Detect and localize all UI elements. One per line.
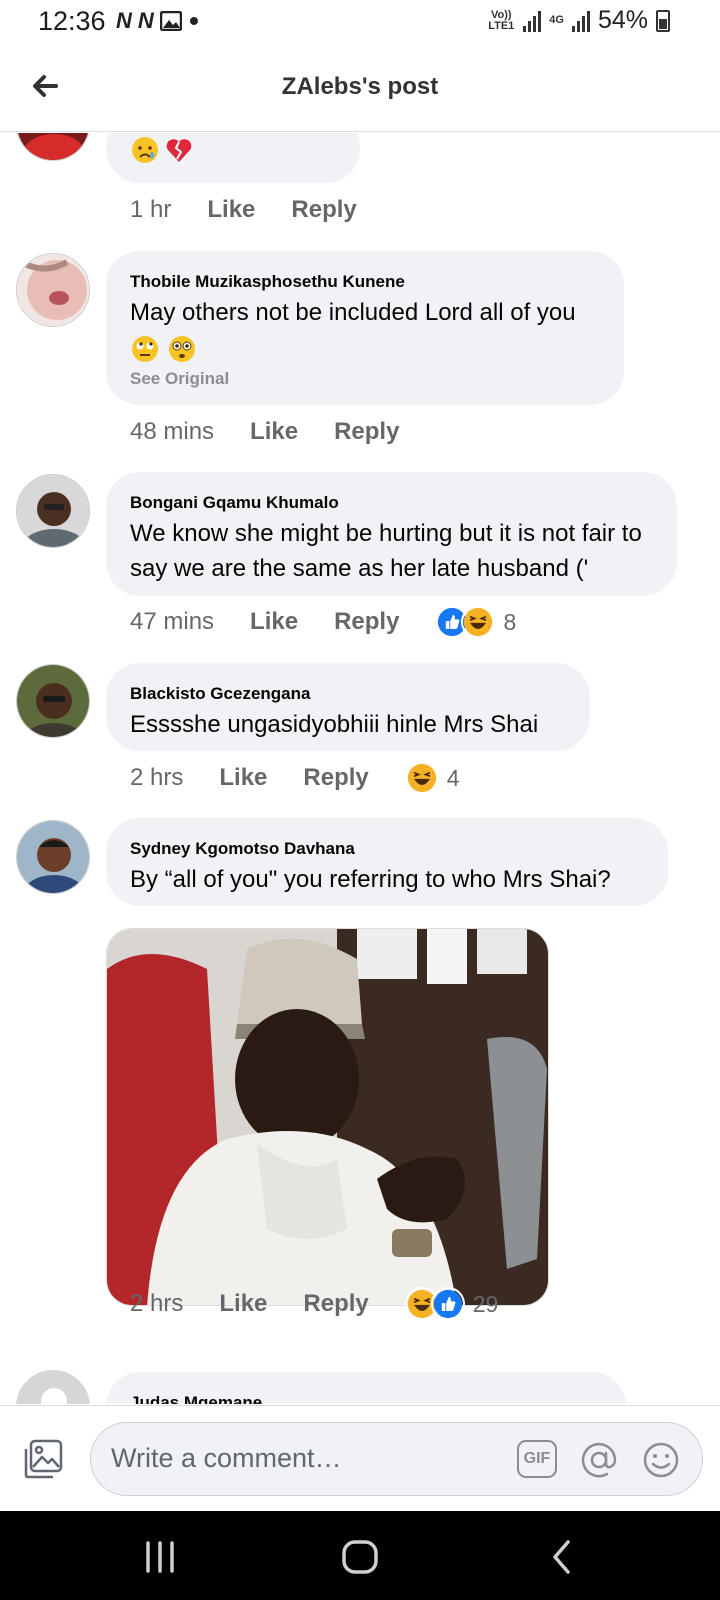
comment-author[interactable]: Judas Mgemane: [130, 1392, 604, 1404]
comment-bubble: Thobile Muzikasphosethu Kunene May other…: [106, 251, 624, 405]
reply-button[interactable]: Reply: [303, 1290, 368, 1318]
page-title: ZAlebs's post: [281, 73, 439, 100]
gif-button[interactable]: GIF: [517, 1440, 557, 1478]
haha-reaction-icon: [404, 761, 439, 795]
broken-heart-icon: [167, 139, 192, 162]
like-button[interactable]: Like: [219, 1290, 267, 1318]
status-indicators: Vo)) LTE1 4G 54%: [487, 6, 670, 35]
comment-photo[interactable]: [106, 928, 549, 1306]
comment-author[interactable]: Bongani Gqamu Khumalo: [130, 492, 655, 514]
like-button[interactable]: Like: [250, 608, 298, 636]
comment-text: By “all of you" you referring to who Mrs…: [130, 866, 611, 893]
eye-roll-face-icon: [132, 335, 158, 362]
gallery-notification-icon: [159, 11, 182, 31]
comment-text: May others not be included Lord all of y…: [130, 295, 602, 365]
notification-icons: N N: [116, 8, 200, 34]
like-button[interactable]: Like: [219, 764, 267, 792]
avatar[interactable]: [16, 253, 90, 327]
crying-face-icon: [132, 137, 158, 163]
haha-reaction-icon: [461, 605, 496, 639]
comment-bubble: Sydney Kgomotso Davhana By “all of you" …: [106, 818, 668, 906]
reply-button[interactable]: Reply: [334, 418, 399, 446]
app-notification-icon: N: [116, 8, 132, 33]
comment-time[interactable]: 1 hr: [130, 196, 171, 224]
comment-meta: 2 hrs Like Reply 29: [130, 1284, 498, 1324]
reply-button[interactable]: Reply: [334, 608, 399, 636]
avatar[interactable]: [16, 474, 90, 548]
battery-percent: 54%: [597, 6, 648, 34]
comment-text-body: May others not be included Lord all of y…: [130, 299, 576, 326]
status-time: 12:36: [38, 6, 106, 36]
recent-apps-icon[interactable]: [138, 1535, 182, 1579]
reaction-summary[interactable]: 8: [435, 605, 516, 639]
comment-bubble: [106, 133, 360, 183]
system-nav-bar: [0, 1511, 720, 1600]
signal-icon: [523, 10, 542, 32]
comment-time[interactable]: 2 hrs: [130, 1290, 183, 1318]
comment-bubble: Judas Mgemane: [106, 1372, 626, 1404]
emoji-icon[interactable]: [641, 1440, 681, 1480]
comment-emojis: [130, 135, 194, 165]
app-notification-icon: N: [137, 8, 154, 33]
comment-input[interactable]: Write a comment… GIF: [90, 1422, 703, 1496]
comment-bubble: Bongani Gqamu Khumalo We know she might …: [106, 472, 677, 596]
avatar[interactable]: [16, 133, 90, 161]
comments-feed[interactable]: 1 hr Like Reply Thobile Muzikasphosethu …: [0, 133, 720, 1404]
avatar[interactable]: [16, 1370, 90, 1404]
like-button[interactable]: Like: [250, 418, 298, 446]
app-header: ZAlebs's post: [0, 44, 720, 132]
comment-meta: 48 mins Like Reply: [130, 412, 399, 452]
comment-time[interactable]: 48 mins: [130, 418, 214, 446]
network-type-label: 4G: [549, 14, 564, 26]
battery-icon: [656, 9, 670, 32]
reply-button[interactable]: Reply: [303, 764, 368, 792]
comment-meta: 47 mins Like Reply 8: [130, 602, 516, 642]
mention-icon[interactable]: [579, 1440, 619, 1480]
reaction-summary[interactable]: 29: [404, 1287, 499, 1321]
comment-author[interactable]: Thobile Muzikasphosethu Kunene: [130, 271, 602, 293]
comment-bubble: Blackisto Gcezengana Esssshe ungasidyobh…: [106, 663, 590, 751]
reaction-count: 29: [472, 1290, 499, 1317]
like-reaction-icon: [430, 1287, 465, 1321]
reaction-summary[interactable]: 4: [404, 761, 460, 795]
comment-meta: 1 hr Like Reply: [130, 190, 357, 230]
reaction-count: 8: [503, 608, 517, 635]
volte-label: Vo)) LTE1: [488, 8, 515, 32]
photo-gallery-icon[interactable]: [22, 1438, 64, 1480]
comment-time[interactable]: 2 hrs: [130, 764, 183, 792]
comment-time[interactable]: 47 mins: [130, 608, 214, 636]
back-icon[interactable]: [540, 1535, 584, 1579]
home-icon[interactable]: [338, 1535, 382, 1579]
comment-author[interactable]: Blackisto Gcezengana: [130, 683, 568, 705]
avatar[interactable]: [16, 820, 90, 894]
comment-author[interactable]: Sydney Kgomotso Davhana: [130, 838, 646, 860]
comment-text: Esssshe ungasidyobhiii hinle Mrs Shai: [130, 711, 539, 738]
comment-composer: Write a comment… GIF: [0, 1405, 720, 1511]
comment-meta: 2 hrs Like Reply 4: [130, 758, 460, 798]
signal-icon: [571, 10, 590, 32]
dot-icon: [189, 17, 198, 25]
reaction-count: 4: [446, 764, 460, 791]
like-button[interactable]: Like: [207, 196, 255, 224]
status-bar: 12:36 N N Vo)) LTE1 4G 54%: [0, 0, 720, 44]
flushed-face-icon: [168, 335, 195, 362]
see-original-link[interactable]: See Original: [130, 369, 602, 389]
comment-input-placeholder: Write a comment…: [111, 1443, 342, 1473]
avatar[interactable]: [16, 664, 90, 738]
comment-text: We know she might be hurting but it is n…: [130, 520, 642, 582]
reply-button[interactable]: Reply: [291, 196, 356, 224]
